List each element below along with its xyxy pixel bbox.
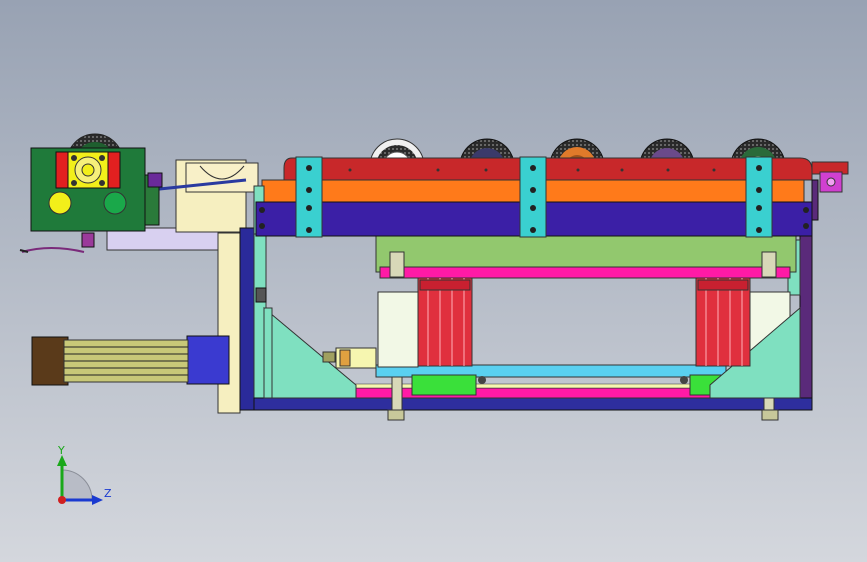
cad-drawing: Y Z [0, 0, 867, 562]
y-axis-label: Y [57, 444, 65, 457]
clamp-2 [519, 156, 547, 238]
conveyor-rail [283, 157, 813, 181]
linear-actuator [31, 335, 230, 386]
base [253, 397, 813, 411]
conveyor-assembly [253, 156, 849, 238]
clamp-1 [295, 156, 323, 238]
top-plate [379, 266, 791, 279]
lift-cylinder-left [417, 277, 473, 367]
lift-cylinder-right [695, 277, 751, 367]
x-axis-dot [58, 496, 66, 504]
cad-viewport[interactable]: Y Z [0, 0, 867, 562]
clamp-3 [745, 156, 773, 238]
z-axis-label: Z [104, 487, 112, 500]
